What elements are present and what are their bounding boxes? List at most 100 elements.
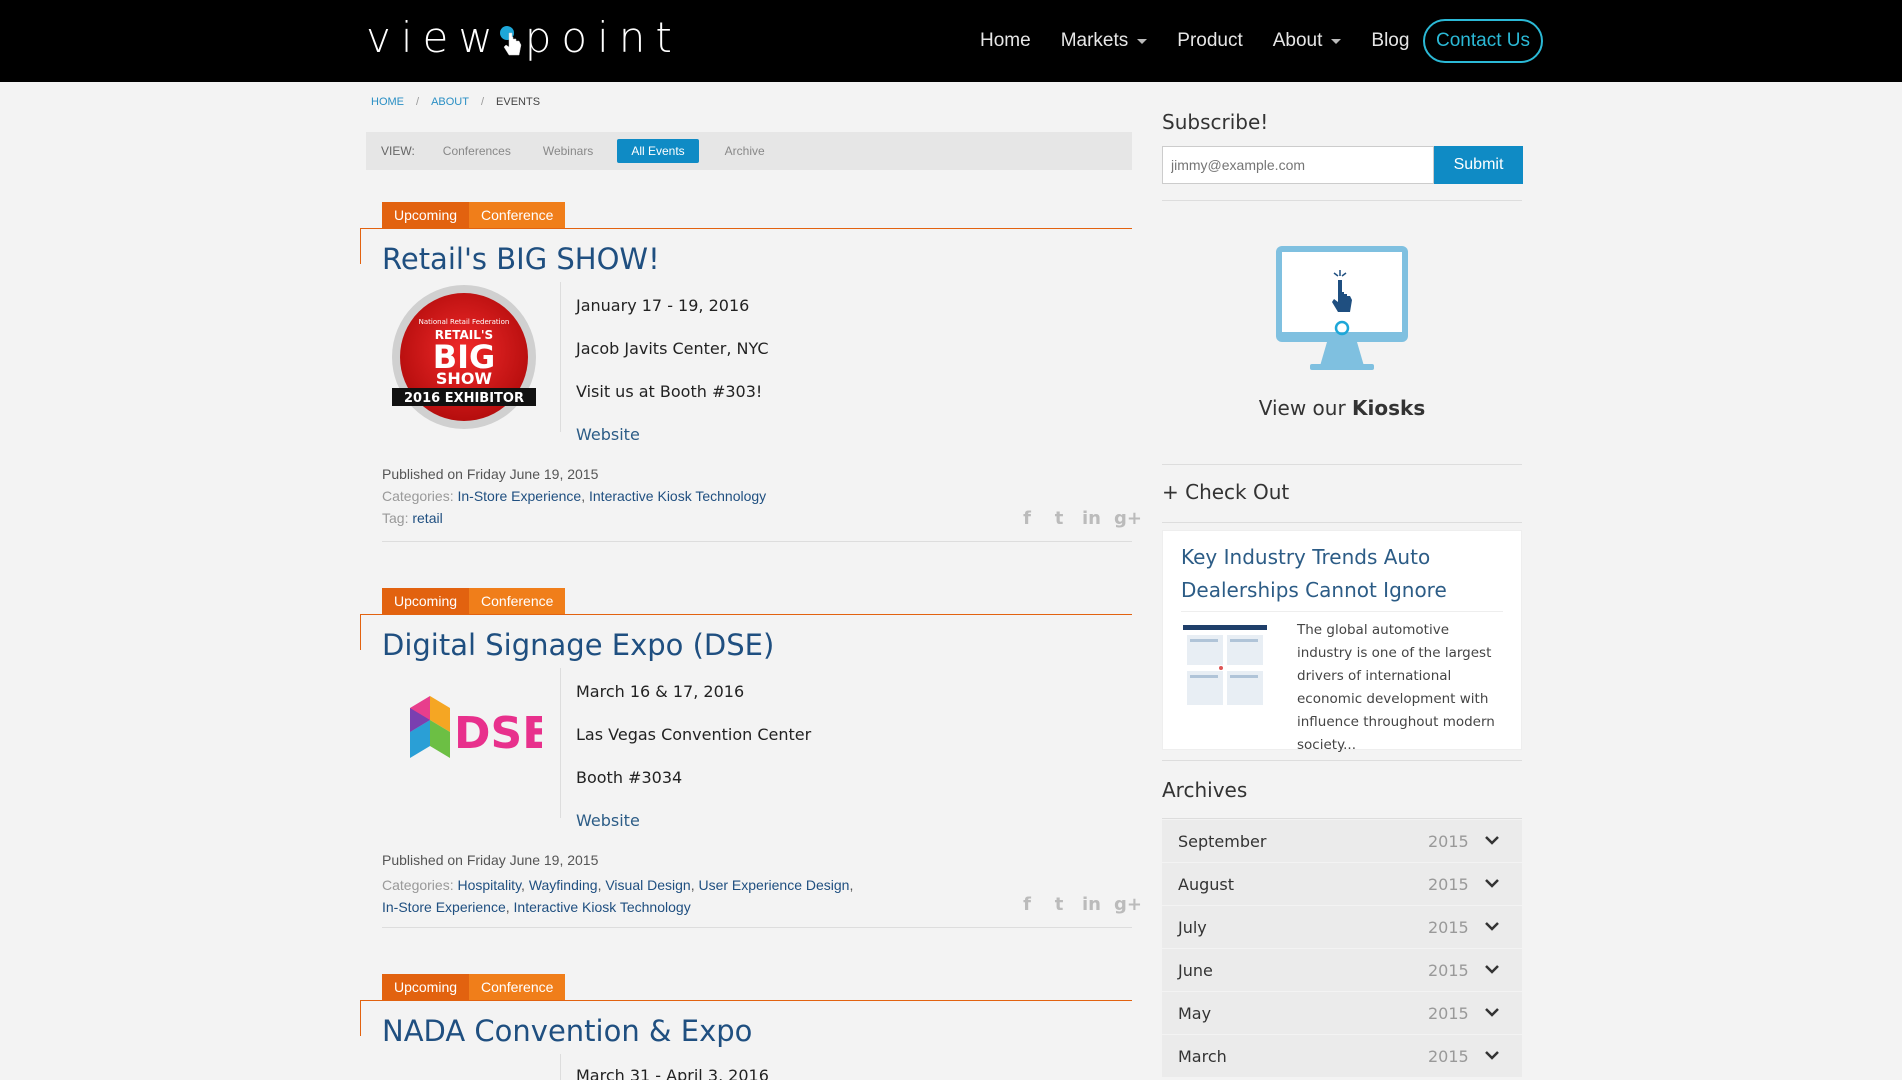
nav-about[interactable]: About [1273,30,1342,52]
event-rule-accent [360,1000,361,1036]
event-booth: Visit us at Booth #303! [576,382,763,401]
retails-big-show-logo: National Retail Federation RETAIL'S BIG … [382,282,542,432]
tag-conference[interactable]: Conference [469,588,566,614]
contact-us-button[interactable]: Contact Us [1423,19,1543,63]
archive-year: 2015 [1428,961,1469,980]
article-title[interactable]: Key Industry Trends Auto Dealerships Can… [1181,541,1501,607]
svg-text:DSE: DSE [454,708,542,759]
archives-title: Archives [1162,778,1248,802]
chevron-down-icon[interactable] [1484,877,1500,889]
breadcrumb-separator: / [416,96,420,108]
breadcrumb-about[interactable]: ABOUT [431,96,469,108]
category-link[interactable]: Interactive Kiosk Technology [589,488,766,504]
category-link[interactable]: Hospitality [457,877,521,893]
breadcrumb-home[interactable]: HOME [371,96,404,108]
event-website-link[interactable]: Website [576,811,640,830]
linkedin-icon[interactable]: in [1082,894,1101,915]
event-venue: Jacob Javits Center, NYC [576,339,769,358]
archive-year: 2015 [1428,1047,1469,1066]
archive-year: 2015 [1428,918,1469,937]
linkedin-icon[interactable]: in [1082,508,1101,529]
category-link[interactable]: Wayfinding [529,877,598,893]
archive-row[interactable]: July 2015 [1162,906,1522,949]
filter-conferences[interactable]: Conferences [443,144,511,158]
divider [1162,760,1522,761]
divider [1162,522,1522,523]
category-link[interactable]: In-Store Experience [457,488,581,504]
event-title[interactable]: Retail's BIG SHOW! [382,242,660,276]
archive-row[interactable]: August 2015 [1162,863,1522,906]
event-divider [560,668,561,818]
event-divider [560,282,561,432]
category-link[interactable]: In-Store Experience [382,899,506,915]
event-item: Upcoming Conference Retail's BIG SHOW! N… [360,202,1142,542]
event-bottom-rule [382,927,1132,928]
facebook-icon[interactable]: f [1018,508,1036,529]
archive-month: June [1178,961,1213,980]
featured-article-card[interactable]: Key Industry Trends Auto Dealerships Can… [1162,530,1522,753]
twitter-icon[interactable]: t [1050,508,1068,529]
kiosks-link[interactable]: View our Kiosks [1162,396,1522,420]
facebook-icon[interactable]: f [1018,894,1036,915]
logo-text-left: view [366,12,503,62]
archive-month: July [1178,918,1207,937]
social-share: f t in g+ [1018,894,1142,915]
chevron-down-icon[interactable] [1484,963,1500,975]
category-link[interactable]: Visual Design [605,877,690,893]
google-plus-icon[interactable]: g+ [1114,894,1142,915]
filter-archive[interactable]: Archive [725,144,765,158]
tag-upcoming[interactable]: Upcoming [382,202,470,228]
event-tags: Tag: retail [382,510,443,526]
chevron-down-icon[interactable] [1484,834,1500,846]
event-title[interactable]: NADA Convention & Expo [382,1014,752,1048]
event-booth: Booth #3034 [576,768,683,787]
category-link[interactable]: Interactive Kiosk Technology [514,899,691,915]
archive-row[interactable]: September 2015 [1162,820,1522,863]
event-rule-accent [360,614,361,650]
tag-link[interactable]: retail [412,510,442,526]
event-date: March 16 & 17, 2016 [576,682,745,701]
subscribe-email-input[interactable] [1162,146,1434,184]
tag-upcoming[interactable]: Upcoming [382,974,470,1000]
chevron-down-icon[interactable] [1484,1049,1500,1061]
filter-webinars[interactable]: Webinars [543,144,593,158]
event-item: Upcoming Conference NADA Convention & Ex… [360,974,1132,1080]
article-thumbnail[interactable] [1181,623,1269,711]
event-bottom-rule [382,541,1132,542]
nav-blog[interactable]: Blog [1371,30,1409,52]
twitter-icon[interactable]: t [1050,894,1068,915]
filter-all-events[interactable]: All Events [617,139,699,163]
viewpoint-logo[interactable]: view point [366,12,682,62]
view-filter-label: VIEW: [381,144,415,158]
divider [1181,611,1503,612]
event-divider [560,1054,561,1080]
chevron-down-icon[interactable] [1484,1006,1500,1018]
event-venue: Las Vegas Convention Center [576,725,812,744]
archive-month: May [1178,1004,1212,1023]
archive-row[interactable]: May 2015 [1162,992,1522,1035]
tag-conference[interactable]: Conference [469,202,566,228]
archive-year: 2015 [1428,1004,1469,1023]
divider [1162,200,1522,201]
chevron-down-icon[interactable] [1484,920,1500,932]
event-rule-accent [360,228,361,264]
event-website-link[interactable]: Website [576,425,640,444]
event-categories: Categories: In-Store Experience, Interac… [382,488,767,504]
tag-conference[interactable]: Conference [469,974,566,1000]
check-out-title[interactable]: + Check Out [1162,480,1289,504]
nav-product[interactable]: Product [1177,30,1242,52]
event-title[interactable]: Digital Signage Expo (DSE) [382,628,774,662]
subscribe-submit-button[interactable]: Submit [1434,146,1523,184]
nav-home[interactable]: Home [980,30,1031,52]
caret-down-icon [1137,38,1148,44]
nav-markets[interactable]: Markets [1061,30,1148,52]
archive-row[interactable]: March 2015 [1162,1035,1522,1078]
event-rule [360,1000,1132,1001]
tag-upcoming[interactable]: Upcoming [382,588,470,614]
google-plus-icon[interactable]: g+ [1114,508,1142,529]
archive-row[interactable]: June 2015 [1162,949,1522,992]
kiosk-monitor-icon[interactable] [1272,240,1412,380]
caret-down-icon [1331,38,1342,44]
top-navbar: view point Home Markets Product About Bl… [0,0,1902,82]
category-link[interactable]: User Experience Design [698,877,849,893]
